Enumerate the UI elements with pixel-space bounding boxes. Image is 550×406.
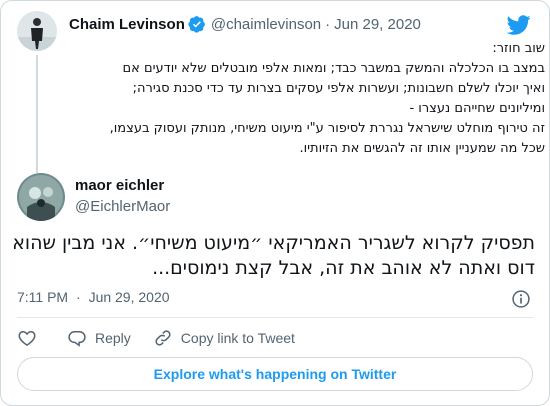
main-text-line: דוס ואתה לא אוהב את זה, אבל קצת נימוסים.… [152,257,535,279]
parent-tweet[interactable]: Chaim Levinson @chaimlevinson · Jun 29, … [17,11,545,173]
parent-header: Chaim Levinson @chaimlevinson · Jun 29, … [69,15,421,33]
parent-avatar[interactable] [17,11,57,51]
tweet-time[interactable]: 7:11 PM [17,289,68,305]
thread-line [36,55,38,173]
copy-link-button[interactable]: Copy link to Tweet [153,328,295,348]
main-display-name[interactable]: maor eichler [75,177,164,194]
parent-text-line: שכל מה שמעניין אותו זה להגשים את הזיותיו… [299,141,545,156]
info-icon[interactable] [511,289,531,309]
parent-text-line: במצב בו הכלכלה והמשק במשבר כבד; ומאות אל… [122,61,546,76]
verified-badge-icon [188,15,206,33]
tweet-date[interactable]: Jun 29, 2020 [89,289,170,305]
parent-display-name[interactable]: Chaim Levinson [69,16,185,33]
reply-button[interactable]: Reply [67,328,131,348]
parent-text-line: שוב חוזר: [492,41,545,56]
heart-icon [18,330,36,346]
header-separator: · [325,15,331,33]
main-text-line: תפסיק לקרוא לשגריר האמריקאי ״מיעוט משיחי… [12,232,535,254]
tweet-embed-card: Chaim Levinson @chaimlevinson · Jun 29, … [0,0,550,406]
link-icon [155,330,171,346]
like-button[interactable] [17,328,45,348]
parent-text-line: ומיליונים שחייהם נעצרו - [409,101,545,116]
meta-separator: · [76,289,81,305]
parent-text-line: זה טירוף מוחלט שישראל נגררת לסיפור ע"י מ… [109,121,545,136]
divider [17,317,533,318]
reply-icon [68,331,86,347]
copy-link-label: Copy link to Tweet [180,330,295,346]
parent-text-line: ואיך יוכלו לשלם חשבונות; ועשרות אלפי עסק… [132,81,545,96]
main-tweet-text: תפסיק לקרוא לשגריר האמריקאי ״מיעוט משיחי… [12,231,535,281]
parent-date[interactable]: Jun 29, 2020 [334,16,421,33]
main-handle[interactable]: @EichlerMaor [75,198,170,215]
parent-tweet-text: שוב חוזר: במצב בו הכלכלה והמשק במשבר כבד… [69,39,545,159]
action-bar: Reply Copy link to Tweet [17,327,317,349]
main-avatar[interactable] [17,173,65,221]
tweet-timestamp[interactable]: 7:11 PM · Jun 29, 2020 [17,289,170,305]
explore-button[interactable]: Explore what's happening on Twitter [17,357,533,391]
reply-label: Reply [95,330,131,346]
parent-handle[interactable]: @chaimlevinson [211,16,321,33]
twitter-bird-icon[interactable] [506,13,531,37]
